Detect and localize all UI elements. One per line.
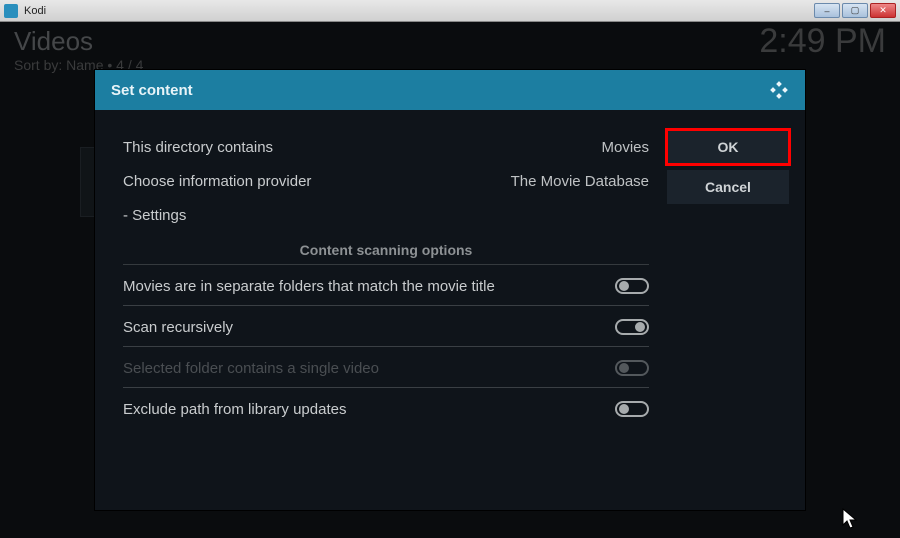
ok-button[interactable]: OK <box>667 130 789 164</box>
maximize-button[interactable]: ▢ <box>842 3 868 18</box>
window-titlebar: Kodi – ▢ ✕ <box>0 0 900 22</box>
dialog-titlebar: Set content <box>95 70 805 110</box>
toggle-exclude-path[interactable] <box>615 401 649 417</box>
window-title: Kodi <box>24 5 814 17</box>
clock: 2:49 PM <box>759 22 886 61</box>
background-header: Videos Sort by: Name • 4 / 4 <box>14 26 143 73</box>
toggle-single-video <box>615 360 649 376</box>
dialog-side-column: OK Cancel <box>667 110 805 510</box>
label-single-video: Selected folder contains a single video <box>123 360 605 377</box>
row-directory-contains[interactable]: This directory contains Movies <box>123 130 649 164</box>
label-exclude-path: Exclude path from library updates <box>123 401 605 418</box>
set-content-dialog: Set content This directory contains Movi… <box>95 70 805 510</box>
row-divider <box>123 305 649 306</box>
row-divider <box>123 346 649 347</box>
toggle-scan-recursively[interactable] <box>615 319 649 335</box>
value-directory-contains: Movies <box>601 139 649 156</box>
label-separate-folders: Movies are in separate folders that matc… <box>123 278 605 295</box>
app-background: Videos Sort by: Name • 4 / 4 2:49 PM Set… <box>0 22 900 538</box>
label-directory-contains: This directory contains <box>123 139 601 156</box>
cancel-button[interactable]: Cancel <box>667 170 789 204</box>
dialog-title: Set content <box>111 82 193 99</box>
row-exclude-path[interactable]: Exclude path from library updates <box>123 392 649 426</box>
mouse-cursor-icon <box>842 508 860 532</box>
label-info-provider: Choose information provider <box>123 173 511 190</box>
bg-section-title: Videos <box>14 26 143 57</box>
row-single-video: Selected folder contains a single video <box>123 351 649 385</box>
value-info-provider: The Movie Database <box>511 173 649 190</box>
section-header-scanning: Content scanning options <box>123 232 649 265</box>
dialog-content-column: This directory contains Movies Choose in… <box>95 110 667 510</box>
kodi-logo-icon <box>769 80 789 100</box>
label-scan-recursively: Scan recursively <box>123 319 605 336</box>
toggle-separate-folders[interactable] <box>615 278 649 294</box>
row-settings[interactable]: - Settings <box>123 198 649 232</box>
label-settings: - Settings <box>123 207 649 224</box>
kodi-app-icon <box>4 4 18 18</box>
minimize-button[interactable]: – <box>814 3 840 18</box>
row-divider <box>123 387 649 388</box>
row-separate-folders[interactable]: Movies are in separate folders that matc… <box>123 269 649 303</box>
close-button[interactable]: ✕ <box>870 3 896 18</box>
row-scan-recursively[interactable]: Scan recursively <box>123 310 649 344</box>
row-info-provider[interactable]: Choose information provider The Movie Da… <box>123 164 649 198</box>
window-buttons: – ▢ ✕ <box>814 3 896 18</box>
